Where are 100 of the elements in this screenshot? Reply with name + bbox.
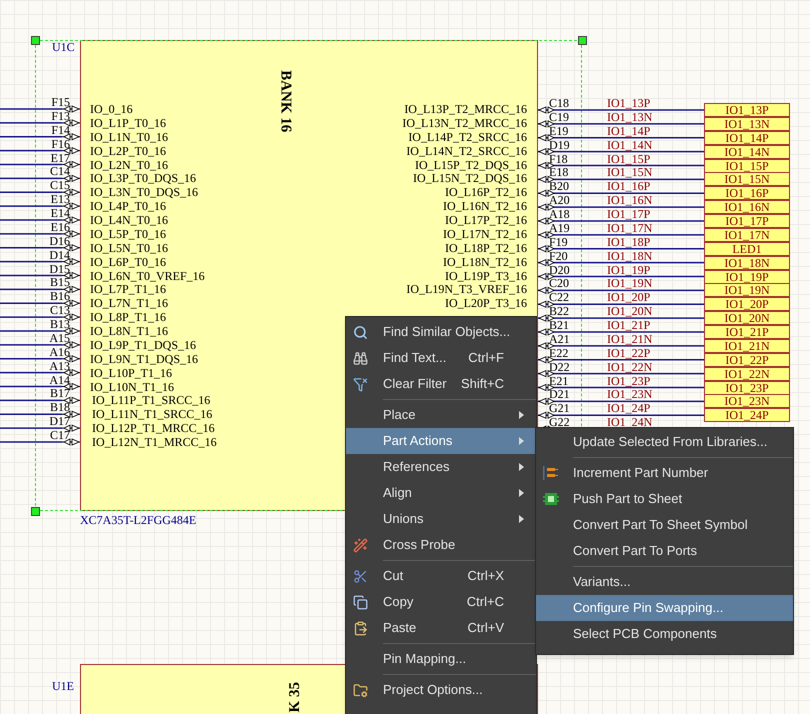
pin-name: IO_L4N_T0_16 <box>90 214 168 227</box>
part-number: XC7A35T-L2FGG484E <box>80 512 196 529</box>
menu-item[interactable]: Cut Ctrl+X <box>346 563 536 589</box>
net-label: IO1_14N <box>607 138 652 151</box>
pin-number: F16 <box>50 138 70 150</box>
pin-name: IO_L7P_T1_16 <box>90 283 166 296</box>
port: IO1_17P <box>704 214 790 228</box>
pin-name: IO_L16P_T2_16 <box>445 186 527 200</box>
port: IO1_20N <box>704 311 790 326</box>
menu-item[interactable]: References <box>346 454 536 480</box>
net-label: IO1_24N <box>607 416 652 428</box>
pin-number: E21 <box>549 374 568 386</box>
port: IO1_16P <box>704 186 790 200</box>
pin-number: D15 <box>48 262 70 274</box>
menu-item[interactable]: Increment Part Number <box>536 460 793 486</box>
net-label: IO1_16P <box>607 180 650 192</box>
port: IO1_21N <box>704 338 790 353</box>
port: IO1_16N <box>704 200 790 214</box>
net-label: IO1_19P <box>607 264 650 276</box>
net-label: IO1_24P <box>607 402 650 414</box>
port: IO1_14P <box>704 130 790 145</box>
pin-number: B18 <box>48 401 70 414</box>
port: IO1_18N <box>704 256 790 270</box>
menu-item[interactable]: Unions <box>346 506 536 532</box>
port: IO1_13N <box>704 116 790 131</box>
pin-name: IO_L16N_T2_16 <box>443 200 527 214</box>
menu-item[interactable]: Clear Filter Shift+C <box>346 371 536 397</box>
menu-item[interactable]: Copy Ctrl+C <box>346 589 536 615</box>
shortcut-text: Ctrl+V <box>468 619 504 638</box>
port: IO1_23N <box>704 394 790 408</box>
pin-number: F15 <box>50 96 70 108</box>
pin-name: IO_L20P_T3_16 <box>445 297 527 310</box>
pin-number: B15 <box>48 276 70 288</box>
port: IO1_22N <box>704 366 790 381</box>
net-label: IO1_13N <box>607 110 652 123</box>
menu-item[interactable]: Project Options... <box>346 677 536 703</box>
menu-item[interactable]: Align <box>346 480 536 506</box>
pin-number: E16 <box>50 220 70 233</box>
chip-icon <box>543 492 559 506</box>
pin-number: B22 <box>549 305 570 318</box>
menu-item[interactable]: Place <box>346 402 536 428</box>
menu-item[interactable]: Find Text... Ctrl+F <box>346 345 536 371</box>
pin-name: IO_L3N_T0_DQS_16 <box>90 186 198 200</box>
pin-number: F18 <box>549 152 568 164</box>
pin-number: E13 <box>50 193 70 206</box>
menu-item[interactable]: Pin Mapping... <box>346 646 536 672</box>
pin-number: D17 <box>48 415 70 428</box>
menu-item[interactable]: Select PCB Components <box>536 621 793 647</box>
net-label: IO1_17P <box>607 208 650 220</box>
pin-name: IO_0_16 <box>90 103 133 116</box>
net-label: IO1_21N <box>607 332 652 345</box>
menu-item[interactable]: Update Selected From Libraries... <box>536 429 793 455</box>
pin-name: IO_L10P_T1_16 <box>90 366 172 380</box>
pin-number: E19 <box>549 124 568 137</box>
pin-name: IO_L10N_T1_16 <box>90 380 174 394</box>
pin-name: IO_L12N_T1_MRCC_16 <box>92 436 217 449</box>
pin-name: IO_L9P_T1_DQS_16 <box>90 338 196 352</box>
net-label: IO1_15P <box>607 152 650 164</box>
menu-item[interactable]: Cross Probe <box>346 532 536 558</box>
pin-name: IO_L2N_T0_16 <box>90 158 168 172</box>
port: LED1 <box>704 242 790 256</box>
menu-item[interactable]: Configure Pin Swapping... <box>536 595 793 621</box>
pin-name: IO_L7N_T1_16 <box>90 297 168 310</box>
selection-handle[interactable] <box>31 36 40 45</box>
pin-name: IO_L14P_T2_SRCC_16 <box>408 130 527 144</box>
pin-name: IO_L8P_T1_16 <box>90 311 166 324</box>
pin-name: IO_L11P_T1_SRCC_16 <box>92 394 210 408</box>
pin-number: E22 <box>549 346 568 359</box>
pin-number: D21 <box>549 388 570 400</box>
wand-icon <box>353 538 368 552</box>
pin-number: F13 <box>50 110 70 122</box>
menu-item[interactable]: Push Part to Sheet <box>536 486 793 512</box>
menu-item[interactable]: Variants... <box>536 569 793 595</box>
net-label: IO1_14P <box>607 124 650 137</box>
menu-item[interactable]: Convert Part To Sheet Symbol <box>536 512 793 538</box>
pin-name: IO_L15P_T2_DQS_16 <box>414 158 527 172</box>
pin-name: IO_L9N_T1_DQS_16 <box>90 352 198 366</box>
pin-number: A16 <box>48 346 70 358</box>
pin-number: C20 <box>549 277 570 290</box>
selection-handle[interactable] <box>578 36 587 45</box>
menu-item[interactable]: Convert Part To Ports <box>536 538 793 564</box>
menu-item[interactable]: Find Similar Objects... <box>346 319 536 345</box>
pin-number: G22 <box>549 416 570 428</box>
selection-handle[interactable] <box>31 507 40 516</box>
pin-name: IO_L13P_T2_MRCC_16 <box>404 103 527 116</box>
scissors-icon <box>353 568 368 584</box>
port: IO1_21P <box>704 325 790 339</box>
menu-item[interactable]: Part Actions <box>346 428 536 454</box>
pin-number: A15 <box>48 332 70 344</box>
port: IO1_23P <box>704 380 790 394</box>
port: IO1_13P <box>704 103 790 117</box>
net-label: IO1_18N <box>607 250 652 262</box>
search-icon <box>353 324 368 340</box>
net-label: IO1_22P <box>607 346 650 359</box>
menu-item[interactable]: Paste Ctrl+V <box>346 615 536 641</box>
folder-gear-icon <box>353 682 368 698</box>
pin-number: B17 <box>48 387 70 400</box>
pin-number: A18 <box>549 208 570 220</box>
pin-number: D22 <box>549 360 570 373</box>
net-label: IO1_21P <box>607 319 650 331</box>
